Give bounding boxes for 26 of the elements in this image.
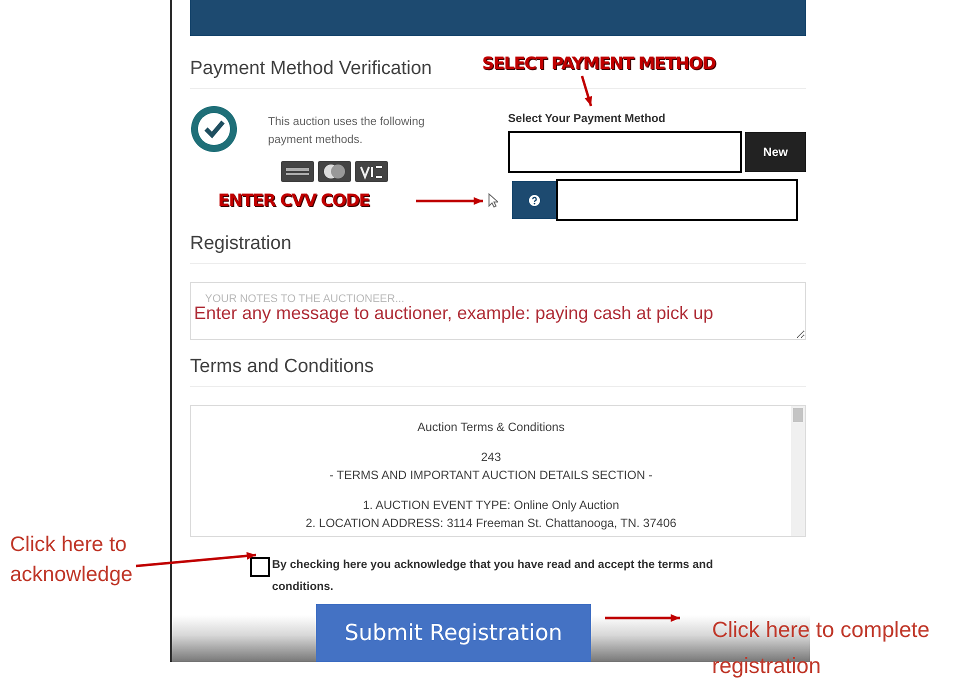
terms-line: 1. AUCTION EVENT TYPE: Online Only Auction — [362, 497, 620, 514]
terms-line: 2. LOCATION ADDRESS: 3114 Freeman St. Chattanooga, TN. 37406 — [306, 515, 676, 532]
terms-line: 243 — [480, 449, 502, 466]
section-heading: Registration — [190, 233, 806, 264]
credit-card-icon — [318, 161, 351, 182]
payment-method-field[interactable] — [508, 131, 742, 173]
credit-card-icon — [355, 161, 388, 182]
help-icon — [528, 194, 540, 206]
annotation-text: SELECT PAYMENT METHOD — [482, 54, 716, 74]
acknowledge-text: By checking here you acknowledge that you have read and accept the terms and conditions. — [272, 558, 714, 595]
cursor-icon — [488, 193, 498, 208]
terms-line: - TERMS AND IMPORTANT AUCTION DETAILS SECTION - — [330, 467, 652, 484]
credit-card-icon — [281, 161, 314, 182]
cvv-field[interactable] — [556, 179, 798, 221]
field-label: Select Your Payment Method — [508, 113, 666, 125]
annotation-text: Enter any message to auctioner, example: paying cash at pick up — [194, 303, 714, 324]
new-button[interactable]: New — [745, 132, 806, 172]
info-text: This auction uses the following payment methods. — [268, 115, 426, 148]
check-badge-icon — [190, 105, 238, 153]
annotation-text: ENTER CVV CODE — [218, 191, 370, 211]
section-heading: Terms and Conditions — [190, 356, 806, 387]
terms-line: Auction Terms & Conditions — [417, 419, 565, 436]
submit-button[interactable]: Submit Registration — [316, 604, 591, 662]
annotation-text: Click here to acknowledge — [10, 532, 134, 588]
scrollbar[interactable] — [791, 406, 805, 536]
checkbox[interactable] — [250, 557, 270, 577]
